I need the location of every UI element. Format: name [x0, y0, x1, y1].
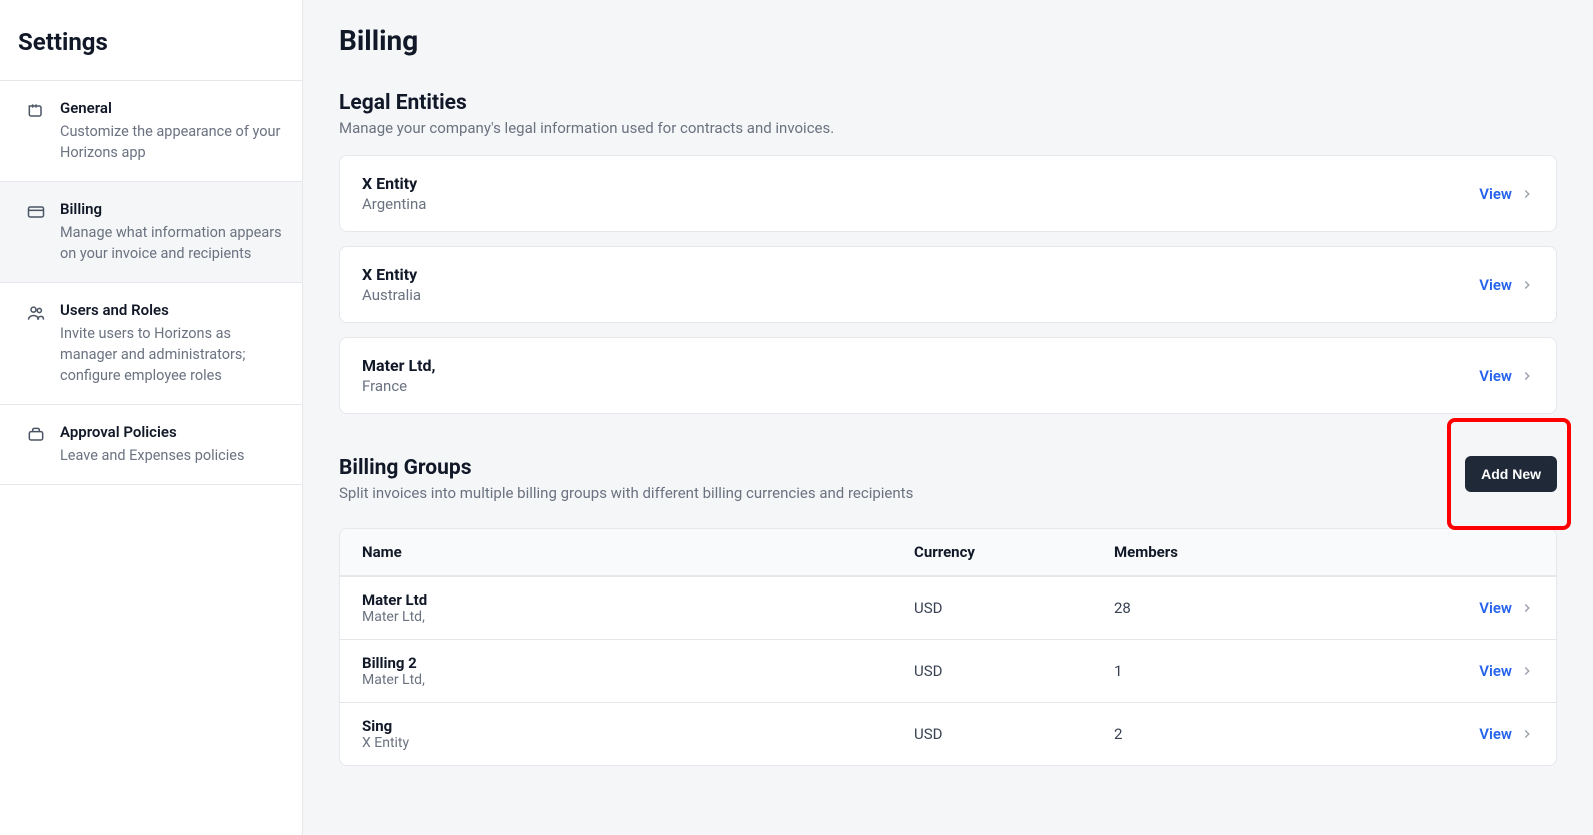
col-currency: Currency	[914, 543, 1114, 561]
row-sub: Mater Ltd,	[362, 609, 914, 625]
sidebar-item-label: Billing	[60, 200, 284, 218]
main-content: Billing Legal Entities Manage your compa…	[303, 0, 1593, 835]
credit-card-icon	[26, 202, 46, 222]
table-row: Sing X Entity USD 2 View	[340, 702, 1556, 765]
row-sub: Mater Ltd,	[362, 672, 914, 688]
sidebar-item-users[interactable]: Users and Roles Invite users to Horizons…	[0, 283, 302, 405]
sidebar-item-approval[interactable]: Approval Policies Leave and Expenses pol…	[0, 405, 302, 485]
row-members: 1	[1114, 662, 1414, 680]
col-members: Members	[1114, 543, 1414, 561]
sidebar-item-billing[interactable]: Billing Manage what information appears …	[0, 182, 302, 283]
billing-groups-table: Name Currency Members Mater Ltd Mater Lt…	[339, 528, 1557, 766]
table-header: Name Currency Members	[340, 529, 1556, 576]
entity-country: Australia	[362, 286, 421, 304]
view-group-link[interactable]: View	[1479, 599, 1534, 617]
chevron-right-icon	[1520, 601, 1534, 615]
view-group-link[interactable]: View	[1479, 662, 1534, 680]
sidebar-header: Settings	[0, 0, 302, 81]
legal-entities-section: Legal Entities Manage your company's leg…	[339, 91, 1557, 414]
sidebar-item-label: General	[60, 99, 284, 117]
row-currency: USD	[914, 662, 1114, 680]
chevron-right-icon	[1520, 727, 1534, 741]
page-title: Billing	[339, 24, 1557, 57]
entity-card: X Entity Australia View	[339, 246, 1557, 323]
sidebar-item-label: Users and Roles	[60, 301, 284, 319]
row-name: Billing 2	[362, 654, 914, 672]
table-row: Mater Ltd Mater Ltd, USD 28 View	[340, 576, 1556, 639]
sidebar-item-desc: Invite users to Horizons as manager and …	[60, 323, 284, 386]
entity-country: Argentina	[362, 195, 426, 213]
view-entity-link[interactable]: View	[1479, 367, 1534, 385]
add-new-button[interactable]: Add New	[1465, 456, 1557, 492]
row-sub: X Entity	[362, 735, 914, 751]
entity-name: Mater Ltd,	[362, 356, 435, 375]
briefcase-icon	[26, 425, 46, 445]
entity-card: X Entity Argentina View	[339, 155, 1557, 232]
view-entity-link[interactable]: View	[1479, 276, 1534, 294]
sidebar-item-desc: Leave and Expenses policies	[60, 445, 284, 466]
users-icon	[26, 303, 46, 323]
section-desc: Manage your company's legal information …	[339, 119, 1557, 137]
view-group-link[interactable]: View	[1479, 725, 1534, 743]
row-members: 2	[1114, 725, 1414, 743]
row-name: Sing	[362, 717, 914, 735]
section-title: Billing Groups	[339, 456, 913, 480]
entity-country: France	[362, 377, 435, 395]
chevron-right-icon	[1520, 278, 1534, 292]
sidebar-item-general[interactable]: General Customize the appearance of your…	[0, 81, 302, 182]
table-row: Billing 2 Mater Ltd, USD 1 View	[340, 639, 1556, 702]
section-title: Legal Entities	[339, 91, 1557, 115]
sidebar-item-desc: Manage what information appears on your …	[60, 222, 284, 264]
entity-name: X Entity	[362, 174, 426, 193]
settings-sidebar: Settings General Customize the appearanc…	[0, 0, 303, 835]
row-name: Mater Ltd	[362, 591, 914, 609]
chevron-right-icon	[1520, 187, 1534, 201]
row-members: 28	[1114, 599, 1414, 617]
billing-groups-section: Billing Groups Split invoices into multi…	[339, 456, 1557, 766]
entity-name: X Entity	[362, 265, 421, 284]
sidebar-item-desc: Customize the appearance of your Horizon…	[60, 121, 284, 163]
row-currency: USD	[914, 725, 1114, 743]
section-desc: Split invoices into multiple billing gro…	[339, 484, 913, 502]
sidebar-item-label: Approval Policies	[60, 423, 284, 441]
row-currency: USD	[914, 599, 1114, 617]
entity-card: Mater Ltd, France View	[339, 337, 1557, 414]
palette-icon	[26, 101, 46, 121]
col-name: Name	[362, 543, 914, 561]
view-entity-link[interactable]: View	[1479, 185, 1534, 203]
sidebar-title: Settings	[18, 28, 284, 56]
chevron-right-icon	[1520, 369, 1534, 383]
chevron-right-icon	[1520, 664, 1534, 678]
